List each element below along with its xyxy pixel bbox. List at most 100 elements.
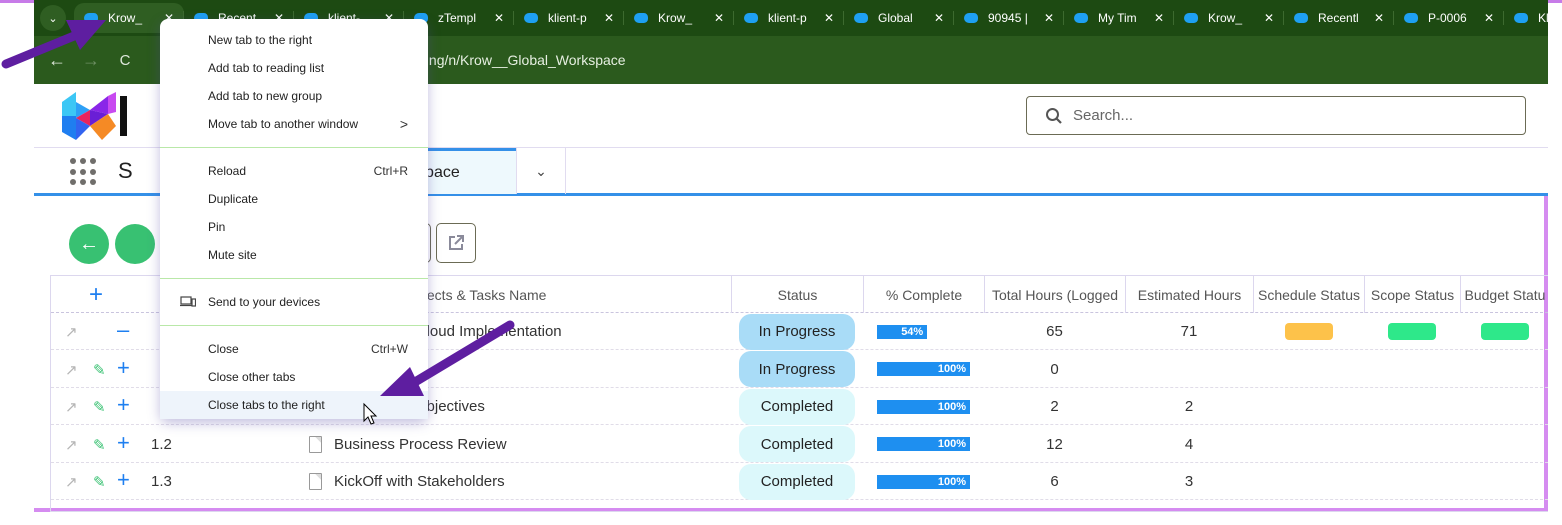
scope-status-indicator bbox=[1388, 323, 1436, 340]
menu-separator bbox=[160, 278, 428, 279]
column-header-scope-status[interactable]: Scope Status bbox=[1364, 276, 1460, 313]
menu-item-close[interactable]: Close Ctrl+W bbox=[160, 335, 428, 363]
menu-item-close-tabs-to-the-right[interactable]: Close tabs to the right bbox=[160, 391, 428, 419]
close-icon[interactable]: ✕ bbox=[934, 11, 944, 25]
row-number: 1.2 bbox=[151, 435, 172, 453]
close-icon[interactable]: ✕ bbox=[1154, 11, 1164, 25]
salesforce-favicon-icon bbox=[524, 13, 538, 23]
menu-item-move-tab-to-another-window[interactable]: Move tab to another window > bbox=[160, 110, 428, 138]
open-external-button[interactable] bbox=[436, 223, 476, 263]
secondary-circle-button[interactable] bbox=[115, 224, 155, 264]
browser-tab[interactable]: klient-p ✕ bbox=[734, 3, 844, 33]
devices-icon bbox=[180, 296, 196, 307]
menu-item-mute-site[interactable]: Mute site bbox=[160, 241, 428, 269]
plus-icon[interactable]: + bbox=[117, 467, 130, 493]
browser-tab[interactable]: klient-p ✕ bbox=[514, 3, 624, 33]
close-icon[interactable]: ✕ bbox=[1374, 11, 1384, 25]
plus-icon[interactable]: + bbox=[117, 430, 130, 456]
progress-bar: 100% bbox=[877, 437, 970, 451]
open-record-icon[interactable]: ↗ bbox=[65, 361, 78, 379]
chevron-right-icon: > bbox=[399, 116, 408, 132]
app-launcher-icon[interactable] bbox=[70, 158, 98, 186]
tab-search-button[interactable]: ⌄ bbox=[40, 5, 66, 31]
browser-tab[interactable]: Krow_ ✕ bbox=[624, 3, 734, 33]
open-record-icon[interactable]: ↗ bbox=[65, 323, 78, 341]
progress-label: 54% bbox=[901, 325, 924, 338]
add-row-button[interactable]: + bbox=[51, 276, 141, 313]
forward-button[interactable]: → bbox=[74, 50, 108, 71]
edit-pencil-icon[interactable]: ✎ bbox=[93, 398, 106, 416]
browser-tab[interactable]: Global ✕ bbox=[844, 3, 954, 33]
tab-title: Krow_ bbox=[1208, 11, 1243, 25]
salesforce-favicon-icon bbox=[1294, 13, 1308, 23]
close-icon[interactable]: ✕ bbox=[824, 11, 834, 25]
search-input[interactable] bbox=[1073, 107, 1473, 124]
progress-fill: 100% bbox=[877, 362, 970, 376]
browser-tab[interactable]: Kli ✕ bbox=[1504, 3, 1562, 33]
task-name-cell[interactable]: KickOff with Stakeholders bbox=[309, 463, 729, 500]
close-icon[interactable]: ✕ bbox=[1264, 11, 1274, 25]
estimated-hours: 71 bbox=[1180, 323, 1198, 340]
column-header-name[interactable]: Projects & Tasks Name bbox=[395, 276, 731, 313]
back-circle-button[interactable]: ← bbox=[69, 224, 109, 264]
edit-pencil-icon[interactable]: ✎ bbox=[93, 361, 106, 379]
task-name-cell[interactable]: Business Process Review bbox=[309, 426, 729, 463]
open-record-icon[interactable]: ↗ bbox=[65, 473, 78, 491]
browser-tab[interactable]: P-0006 ✕ bbox=[1394, 3, 1504, 33]
menu-item-new-tab-to-the-right[interactable]: New tab to the right bbox=[160, 26, 428, 54]
menu-item-send-to-your-devices[interactable]: Send to your devices bbox=[160, 288, 428, 316]
column-header-estimated-hours[interactable]: Estimated Hours bbox=[1125, 276, 1253, 313]
progress-label: 100% bbox=[937, 475, 966, 488]
edit-pencil-icon[interactable]: ✎ bbox=[93, 473, 106, 491]
nav-tab-dropdown[interactable]: ⌄ bbox=[516, 148, 566, 194]
menu-separator bbox=[160, 147, 428, 148]
pct-complete-cell: 100% bbox=[863, 388, 984, 425]
tab-title: My Tim bbox=[1098, 11, 1137, 25]
menu-item-shortcut: Ctrl+R bbox=[373, 164, 408, 178]
close-icon[interactable]: ✕ bbox=[714, 11, 724, 25]
status-cell: Completed bbox=[731, 463, 863, 500]
pct-complete-cell: 100% bbox=[863, 463, 984, 500]
global-search[interactable] bbox=[1026, 96, 1526, 135]
menu-item-label: Duplicate bbox=[208, 192, 259, 206]
column-header-pct-complete[interactable]: % Complete bbox=[863, 276, 984, 313]
plus-icon[interactable]: + bbox=[117, 392, 130, 418]
close-icon[interactable]: ✕ bbox=[1484, 11, 1494, 25]
collapse-icon[interactable]: – bbox=[117, 317, 129, 343]
open-record-icon[interactable]: ↗ bbox=[65, 436, 78, 454]
close-icon[interactable]: ✕ bbox=[1044, 11, 1054, 25]
browser-tab[interactable]: 90945 | ✕ bbox=[954, 3, 1064, 33]
tab-title: zTempl bbox=[438, 11, 477, 25]
task-name: Business Process Review bbox=[334, 435, 507, 453]
column-header-status[interactable]: Status bbox=[731, 276, 863, 313]
menu-item-add-tab-to-reading-list[interactable]: Add tab to reading list bbox=[160, 54, 428, 82]
table-row: ↗ ✎ +1.3 KickOff with Stakeholders Complete… bbox=[51, 463, 1548, 500]
back-button[interactable]: ← bbox=[40, 50, 74, 71]
column-header-total-hours[interactable]: Total Hours (Logged bbox=[984, 276, 1125, 313]
progress-fill: 100% bbox=[877, 437, 970, 451]
estimated-hours: 3 bbox=[1184, 473, 1194, 490]
close-icon[interactable]: ✕ bbox=[604, 11, 614, 25]
plus-icon[interactable]: + bbox=[117, 355, 130, 381]
progress-label: 100% bbox=[937, 400, 966, 413]
menu-item-close-other-tabs[interactable]: Close other tabs bbox=[160, 363, 428, 391]
file-icon bbox=[309, 435, 322, 453]
tab-title: P-0006 bbox=[1428, 11, 1467, 25]
column-header-budget-status[interactable]: Budget Statu bbox=[1460, 276, 1549, 313]
column-header-schedule-status[interactable]: Schedule Status bbox=[1253, 276, 1364, 313]
open-record-icon[interactable]: ↗ bbox=[65, 398, 78, 416]
browser-tab[interactable]: Recentl ✕ bbox=[1284, 3, 1394, 33]
salesforce-favicon-icon bbox=[1514, 13, 1528, 23]
tab-context-menu: New tab to the right Add tab to reading l… bbox=[160, 19, 428, 419]
close-icon[interactable]: ✕ bbox=[494, 11, 504, 25]
logo-wordmark bbox=[120, 96, 127, 136]
browser-tab[interactable]: Krow_ ✕ bbox=[1174, 3, 1284, 33]
browser-tab[interactable]: My Tim ✕ bbox=[1064, 3, 1174, 33]
estimated-hours: 4 bbox=[1184, 435, 1194, 453]
menu-item-reload[interactable]: Reload Ctrl+R bbox=[160, 157, 428, 185]
menu-item-pin[interactable]: Pin bbox=[160, 213, 428, 241]
menu-item-duplicate[interactable]: Duplicate bbox=[160, 185, 428, 213]
estimated-hours bbox=[1125, 351, 1253, 388]
edit-pencil-icon[interactable]: ✎ bbox=[93, 436, 106, 454]
menu-item-add-tab-to-new-group[interactable]: Add tab to new group bbox=[160, 82, 428, 110]
